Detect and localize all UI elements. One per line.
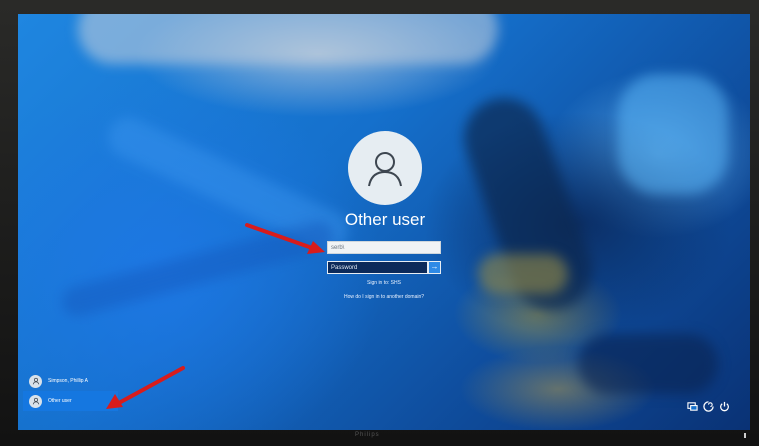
wallpaper-streak — [618, 74, 728, 194]
user-item-label: Simpson, Phillip A — [48, 378, 89, 384]
wallpaper-streak — [578, 334, 718, 394]
person-icon — [29, 394, 42, 408]
monitor-brand-logo: Philips — [355, 432, 380, 438]
person-icon — [29, 374, 42, 388]
username-input[interactable]: serb\ — [327, 241, 441, 254]
system-tray — [687, 401, 730, 412]
user-item-label: Other user — [48, 398, 72, 404]
red-arrow-to-username — [245, 223, 325, 254]
monitor-power-led — [744, 433, 746, 438]
red-arrow-to-other-user — [106, 366, 185, 409]
wallpaper-streak — [78, 14, 498, 64]
user-avatar — [348, 131, 422, 205]
sign-in-to-link[interactable]: Sign in to: SHS — [308, 280, 460, 286]
submit-arrow-button[interactable]: → — [428, 261, 441, 274]
other-domain-link[interactable]: How do I sign in to another domain? — [308, 294, 460, 300]
ease-of-access-icon[interactable] — [703, 401, 714, 412]
person-icon — [368, 152, 402, 187]
lock-screen: Other user serb\ Password → Sign in to: … — [18, 14, 750, 430]
wallpaper-streak — [478, 254, 568, 294]
power-icon[interactable] — [719, 401, 730, 412]
password-input[interactable]: Password — [327, 261, 428, 274]
password-row: Password → — [327, 261, 441, 274]
network-icon[interactable] — [687, 401, 698, 412]
